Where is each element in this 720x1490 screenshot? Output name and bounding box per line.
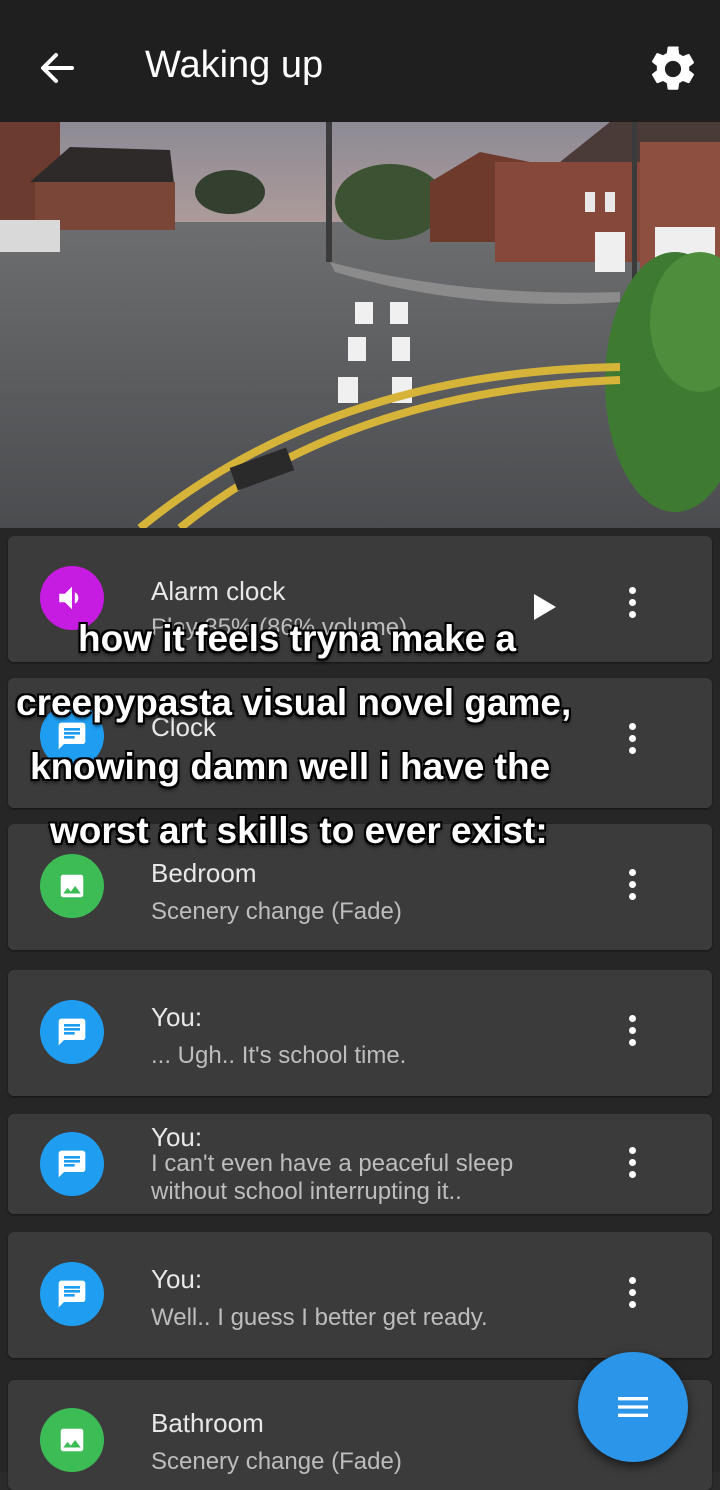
back-button[interactable] bbox=[30, 40, 86, 96]
app-bar: Waking up bbox=[0, 0, 720, 122]
scene-background-image bbox=[0, 122, 720, 528]
event-card-dialog[interactable]: You: Well.. I guess I better get ready. bbox=[8, 1232, 712, 1358]
play-icon[interactable] bbox=[534, 594, 556, 620]
event-title: You: bbox=[151, 1264, 203, 1294]
dialog-event-badge bbox=[40, 1000, 104, 1064]
more-options-icon[interactable] bbox=[620, 582, 644, 626]
event-subtitle: I can't even have a peaceful sleep witho… bbox=[151, 1150, 514, 1205]
dialog-event-badge bbox=[40, 1262, 104, 1326]
image-icon bbox=[60, 874, 84, 898]
settings-button[interactable] bbox=[646, 42, 700, 96]
event-title: Alarm clock bbox=[151, 576, 286, 606]
dialog-event-badge bbox=[40, 1132, 104, 1196]
more-options-icon[interactable] bbox=[620, 1272, 644, 1316]
chat-icon bbox=[58, 1280, 86, 1308]
event-card-dialog[interactable]: You: I can't even have a peaceful sleep … bbox=[8, 1114, 712, 1214]
caption-line: how it feels tryna make a bbox=[78, 618, 517, 659]
more-options-icon[interactable] bbox=[620, 718, 644, 762]
arrow-left-icon bbox=[41, 53, 74, 83]
menu-fab-button[interactable] bbox=[578, 1352, 688, 1462]
event-title: You: bbox=[151, 1122, 203, 1152]
scenery-event-badge bbox=[40, 1408, 104, 1472]
chat-icon bbox=[58, 1150, 86, 1178]
gear-icon bbox=[651, 46, 695, 90]
event-subtitle: Well.. I guess I better get ready. bbox=[151, 1304, 488, 1331]
event-title: You: bbox=[151, 1002, 203, 1032]
event-subtitle: Scenery change (Fade) bbox=[151, 898, 402, 925]
more-options-icon[interactable] bbox=[620, 864, 644, 908]
caption-line: knowing damn well i have the bbox=[30, 746, 551, 787]
caption-line: worst art skills to ever exist: bbox=[50, 810, 548, 851]
page-title: Waking up bbox=[145, 44, 324, 86]
chat-icon bbox=[58, 1018, 86, 1046]
scenery-event-badge bbox=[40, 854, 104, 918]
menu-icon bbox=[618, 1397, 648, 1417]
event-title: Bathroom bbox=[151, 1408, 264, 1438]
caption-line: creepypasta visual novel game, bbox=[16, 682, 572, 723]
more-options-icon[interactable] bbox=[620, 1142, 644, 1186]
event-subtitle: ... Ugh.. It's school time. bbox=[151, 1042, 407, 1069]
event-card-dialog[interactable]: You: ... Ugh.. It's school time. bbox=[8, 970, 712, 1096]
image-icon bbox=[60, 1428, 84, 1452]
more-options-icon[interactable] bbox=[620, 1010, 644, 1054]
